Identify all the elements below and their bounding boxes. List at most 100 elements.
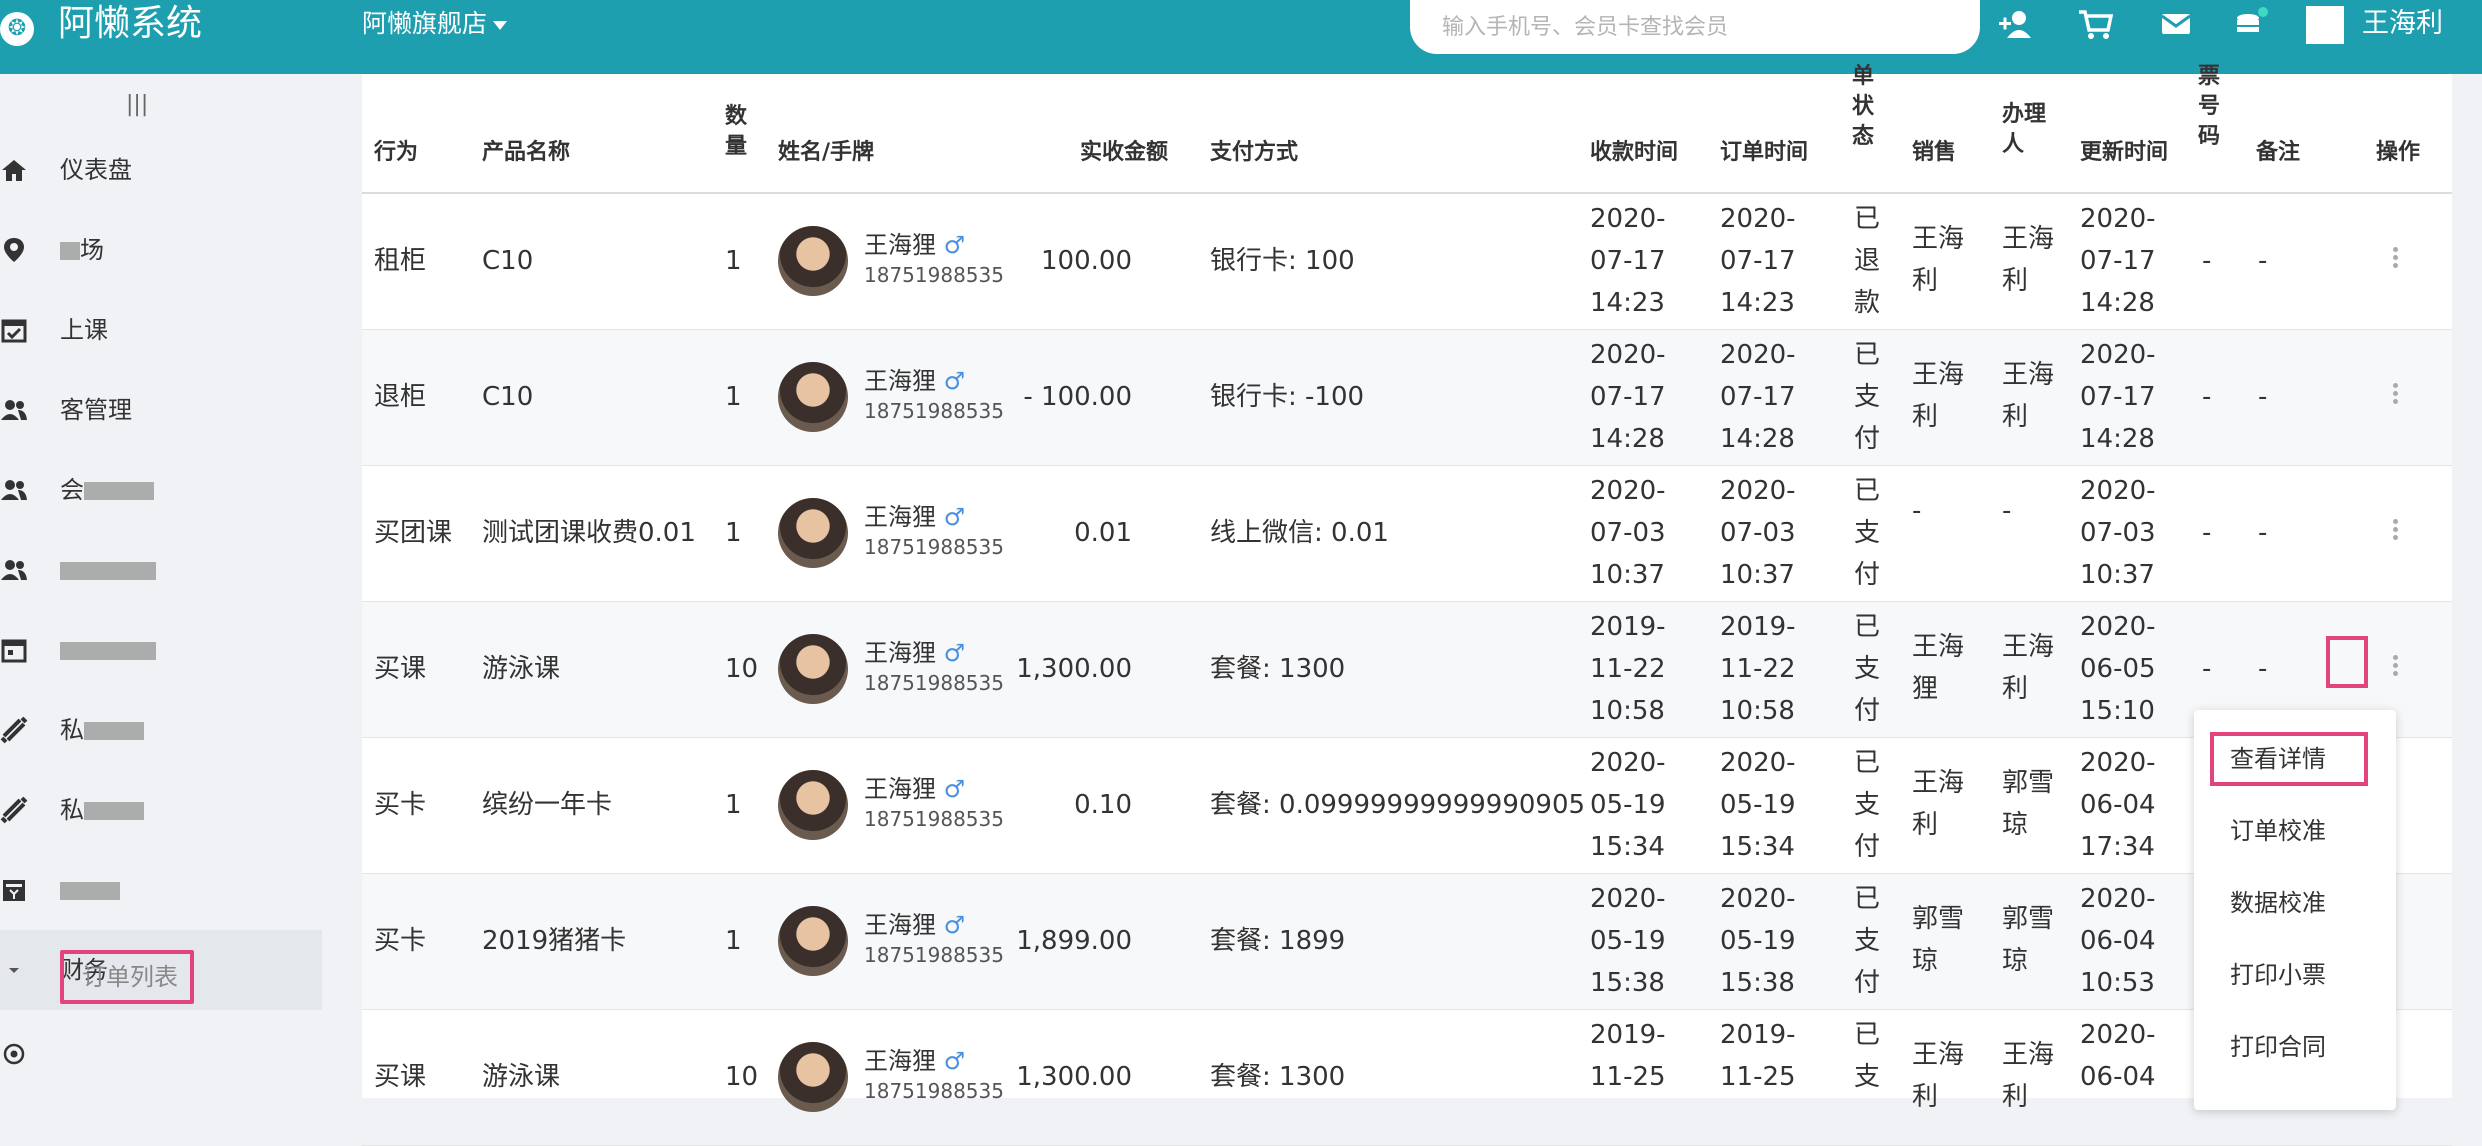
row-actions-highlight (2326, 636, 2368, 688)
cell-qty: 1 (725, 790, 742, 820)
cell-order-time-line: 05-19 (1720, 926, 1796, 956)
cell-action: 买卡 (374, 926, 427, 956)
cell-handler-line: 王海 (2002, 1040, 2055, 1070)
member-avatar[interactable] (778, 634, 848, 704)
sidebar-item-label: 客管理 (60, 396, 132, 424)
table-row[interactable]: 买课 游泳课 10 王海狸 ♂ 18751988535 1,300.00 套餐: 1300 2… (362, 1010, 2452, 1146)
cell-order-time: 2019- 11-22 10:58 (1720, 606, 1796, 732)
menu-item-data-calibration[interactable]: 数据校准 (2230, 886, 2326, 920)
column-header: 产品名称 (482, 140, 571, 165)
cell-update-time-line: 07-03 (2080, 518, 2156, 548)
sidebar-item-customers[interactable]: 客管理 (0, 370, 322, 450)
cell-amount: - 100.00 (1023, 382, 1132, 412)
column-header: 销售 (1912, 140, 1957, 165)
column-header: 操作 (2376, 140, 2421, 165)
cell-amount: 0.10 (1074, 790, 1132, 820)
cell-status-line: 已 (1854, 1020, 1881, 1050)
male-icon: ♂ (936, 775, 966, 803)
table-row[interactable]: 退柜 C10 1 王海狸 ♂ 18751988535- 100.00 银行卡: -100 2… (362, 330, 2452, 466)
user-avatar[interactable] (2306, 6, 2344, 44)
cell-sales-line: 郭雪 (1912, 904, 1965, 934)
cell-qty: 10 (725, 1062, 759, 1092)
store-selector[interactable]: 阿懒旗舰店 (362, 4, 508, 44)
cell-update-time: 2020- 07-17 14:28 (2080, 198, 2156, 324)
cell-qty: 1 (725, 518, 742, 548)
cell-product: 测试团课收费0.01 (482, 518, 696, 548)
sidebar-item-private-2[interactable]: 私 (0, 770, 322, 850)
cell-status-line: 已 (1854, 884, 1881, 914)
cell-amount: 1,300.00 (1016, 654, 1132, 684)
store-label: 阿懒旗舰店 (362, 9, 488, 38)
blurred-text (84, 482, 154, 500)
member-avatar[interactable] (778, 498, 848, 568)
cell-amount: 1,899.00 (1016, 926, 1132, 956)
member-avatar[interactable] (778, 770, 848, 840)
sidebar-item-venue[interactable]: 场 (0, 210, 322, 290)
cell-status-line: 已 (1854, 748, 1881, 778)
cell-amount: 0.01 (1074, 518, 1132, 548)
row-action-menu: 查看详情 订单校准 数据校准 打印小票 打印合同 (2194, 710, 2396, 1110)
member-avatar[interactable] (778, 1042, 848, 1112)
cell-action: 买团课 (374, 518, 453, 548)
chevron-down-icon (493, 20, 508, 30)
mail-icon[interactable] (2156, 6, 2196, 42)
cart-icon[interactable] (2076, 6, 2116, 42)
table-row[interactable]: 买课 游泳课 10 王海狸 ♂ 18751988535 1,300.00 套餐: 1300 2… (362, 602, 2452, 738)
member-avatar[interactable] (778, 226, 848, 296)
more-vertical-icon[interactable] (2390, 380, 2400, 414)
cell-order-time-line: 11-22 (1720, 654, 1796, 684)
sidebar-item-order-list[interactable]: 订单列表 (60, 950, 194, 1004)
cell-order-time: 2020- 07-17 14:28 (1720, 334, 1796, 460)
cell-status: 已退款 (1854, 198, 1880, 324)
search-input[interactable] (1410, 0, 1980, 54)
cell-action: 租柜 (374, 246, 427, 276)
table-row[interactable]: 买卡 缤纷一年卡 1 王海狸 ♂ 18751988535 0.10 套餐: 0.099999… (362, 738, 2452, 874)
column-header: 数量 (725, 104, 748, 159)
sidebar-item-blurred-1[interactable] (0, 530, 322, 610)
cell-sales-line: 利 (1912, 810, 1939, 840)
menu-item-order-calibration[interactable]: 订单校准 (2230, 814, 2326, 848)
menu-item-view-details[interactable]: 查看详情 (2230, 742, 2326, 776)
cell-pay-time-line: 2020- (1590, 884, 1666, 914)
cell-pay-time-line: 10:58 (1590, 696, 1665, 726)
user-name[interactable]: 王海利 (2362, 4, 2443, 44)
cell-status: 已支付 (1854, 606, 1880, 732)
cell-payment: 套餐: 0.09999999999990905 (1210, 790, 1586, 820)
member-search[interactable] (1410, 0, 1980, 54)
home-icon (2, 160, 26, 181)
cell-update-time-line: 07-17 (2080, 382, 2156, 412)
sidebar-item-dashboard[interactable]: 仪表盘 (0, 130, 322, 210)
users-icon (1, 480, 27, 500)
users-icon (1, 400, 27, 420)
sidebar-item-blurred-3[interactable] (0, 850, 322, 930)
cell-update-time: 2020- 06-04 17:34 (2080, 742, 2156, 868)
cell-sales-line: 王海 (1912, 632, 1965, 662)
sidebar-item-private-1[interactable]: 私 (0, 690, 322, 770)
add-user-icon[interactable] (1996, 6, 2036, 42)
more-vertical-icon[interactable] (2390, 516, 2400, 550)
table-row[interactable]: 买卡 2019猪猪卡 1 王海狸 ♂ 18751988535 1,899.00 套餐: 18… (362, 874, 2452, 1010)
sidebar-item-blurred-2[interactable] (0, 610, 322, 690)
cell-pay-time-line: 14:23 (1590, 288, 1665, 318)
member-avatar[interactable] (778, 362, 848, 432)
cell-payment: 银行卡: -100 (1210, 382, 1365, 412)
cell-update-time-line: 10:37 (2080, 560, 2155, 590)
cell-handler-line: 王海 (2002, 632, 2055, 662)
menu-item-print-contract[interactable]: 打印合同 (2230, 1030, 2326, 1064)
sidebar-item-members[interactable]: 会 (0, 450, 322, 530)
database-icon[interactable] (2232, 6, 2272, 42)
more-vertical-icon[interactable] (2390, 244, 2400, 278)
more-vertical-icon[interactable] (2390, 652, 2400, 686)
cell-update-time-line: 10:53 (2080, 968, 2155, 998)
cell-update-time: 2020- 07-03 10:37 (2080, 470, 2156, 596)
menu-collapse-button[interactable]: ||| (126, 92, 148, 117)
table-row[interactable]: 租柜 C10 1 王海狸 ♂ 18751988535 100.00 银行卡: 100 2020… (362, 194, 2452, 330)
sidebar-item-class[interactable]: 上课 (0, 290, 322, 370)
cell-product: 缤纷一年卡 (482, 790, 613, 820)
cell-pay-time-line: 07-17 (1590, 246, 1666, 276)
member-avatar[interactable] (778, 906, 848, 976)
menu-item-print-receipt[interactable]: 打印小票 (2230, 958, 2326, 992)
table-row[interactable]: 买团课 测试团课收费0.01 1 王海狸 ♂ 18751988535 0.01 线上微信: … (362, 466, 2452, 602)
cell-order-time: 2020- 05-19 15:34 (1720, 742, 1796, 868)
cell-update-time-line: 06-04 (2080, 1062, 2156, 1092)
